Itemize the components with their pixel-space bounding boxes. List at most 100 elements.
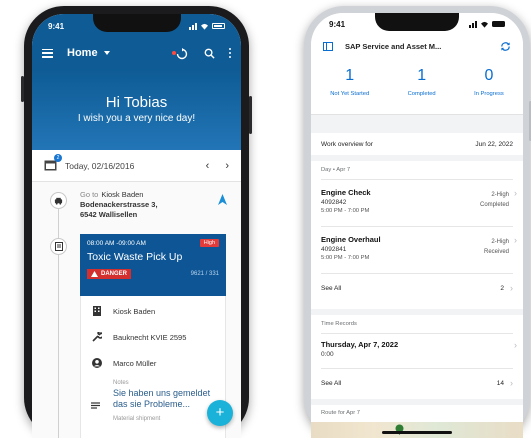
left-screen: 9:41 Home Hi Tobias I wish you a very ni… — [32, 14, 241, 438]
kpi-completed[interactable]: 1 Completed — [408, 67, 436, 114]
timeline: Go to Kiosk Baden Bodenackerstrasse 3, 65… — [32, 182, 241, 438]
chevron-right-icon: › — [514, 340, 517, 350]
notch — [375, 13, 459, 31]
task-time: 08:00 AM -09:00 AM — [87, 239, 146, 247]
sync-icon[interactable] — [500, 41, 511, 52]
next-day-icon[interactable]: › — [225, 160, 229, 172]
navigation-arrow-icon[interactable] — [218, 194, 227, 205]
route-map[interactable] — [311, 422, 523, 438]
see-all-count: 2 — [500, 284, 504, 292]
order-status: Completed — [479, 202, 509, 208]
time-record-item[interactable]: Thursday, Apr 7, 2022 0:00 › — [311, 334, 523, 368]
sync-alert-dot — [172, 51, 176, 55]
task-card[interactable]: 08:00 AM -09:00 AM High Toxic Waste Pick… — [80, 234, 226, 296]
goto-label: Go to — [80, 190, 99, 199]
task-number: 9621 / 331 — [190, 271, 219, 277]
kpi-label: Completed — [407, 91, 436, 97]
more-options-icon[interactable] — [229, 48, 231, 58]
goto-place: Kiosk Baden — [101, 190, 144, 199]
sync-icon[interactable] — [172, 47, 190, 60]
route-card[interactable]: Route for Apr 7 — [311, 405, 523, 438]
detail-equipment-row[interactable]: Bauknecht KVIE 2595 — [81, 324, 225, 350]
kpi-not-yet-started[interactable]: 1 Not Yet Started — [330, 67, 369, 114]
notes-section[interactable]: Notes Sie haben uns gemeldet das sie Pro… — [81, 376, 225, 410]
see-all-orders[interactable]: See All 2 › — [311, 274, 523, 302]
work-order-item[interactable]: Engine Check 4092842 5:00 PM - 7:00 PM 2… — [311, 180, 523, 226]
calendar-icon[interactable]: 2 — [44, 153, 62, 173]
order-priority: 2-High — [491, 192, 509, 198]
kpi-in-progress[interactable]: 0 In Progress — [474, 67, 504, 114]
notes-text: Sie haben uns gemeldet das sie Probleme.… — [113, 388, 211, 409]
time-record-value: 0:00 — [321, 351, 334, 358]
date-label: Today, 02/16/2016 — [65, 160, 135, 171]
greeting-banner: Hi Tobias I wish you a very nice day! — [32, 68, 241, 150]
right-phone: 9:41 SAP Service and Asset M... 1 Not Ye… — [304, 6, 531, 438]
time-record-date: Thursday, Apr 7, 2022 — [321, 340, 399, 349]
day-label: Day • Apr 7 — [321, 167, 351, 173]
app-title[interactable]: Home — [67, 47, 98, 59]
kpi-label: Not Yet Started — [330, 91, 370, 97]
detail-location: Kiosk Baden — [113, 306, 156, 316]
volume-button — [21, 76, 24, 102]
app-header: SAP Service and Asset M... — [311, 35, 523, 57]
building-icon — [91, 306, 103, 316]
chevron-right-icon: › — [514, 188, 517, 198]
chevron-right-icon: › — [510, 283, 513, 293]
timeline-line — [58, 192, 59, 438]
priority-badge: High — [199, 239, 219, 247]
task-list-icon — [50, 238, 67, 255]
menu-icon[interactable] — [42, 48, 53, 58]
goto-address[interactable]: Go to Kiosk Baden Bodenackerstrasse 3, 65… — [80, 190, 158, 220]
chevron-down-icon[interactable] — [103, 51, 110, 55]
app-bar: Home — [32, 38, 241, 68]
see-all-time-records[interactable]: See All 14 › — [311, 369, 523, 397]
see-all-label: See All — [321, 284, 342, 292]
search-icon[interactable] — [204, 48, 215, 59]
home-indicator[interactable] — [382, 431, 452, 434]
greeting-subtitle: I wish you a very nice day! — [77, 113, 196, 124]
work-overview-row[interactable]: Work overview for Jun 22, 2022 — [311, 133, 523, 155]
person-icon — [91, 358, 103, 368]
notes-label: Notes — [113, 380, 129, 386]
detail-person: Marco Müller — [113, 358, 157, 368]
see-all-label: See All — [321, 379, 342, 387]
detail-location-row[interactable]: Kiosk Baden — [81, 298, 225, 324]
goto-city: 6542 Wallisellen — [80, 210, 138, 219]
danger-badge: DANGER — [87, 269, 132, 279]
add-button[interactable]: + — [207, 400, 233, 426]
detail-person-row[interactable]: Marco Müller — [81, 350, 225, 376]
previous-day-icon[interactable]: ‹ — [206, 160, 210, 172]
work-order-item[interactable]: Engine Overhaul 4092841 5:00 PM - 7:00 P… — [311, 227, 523, 273]
task-detail: Kiosk Baden Bauknecht KVIE 2595 Marco Mü… — [80, 296, 226, 438]
kpi-header: 1 Not Yet Started 1 Completed 0 In Progr… — [311, 57, 523, 115]
sidebar-toggle-icon[interactable] — [323, 41, 333, 51]
warning-icon — [91, 271, 98, 277]
kpi-label: In Progress — [474, 91, 504, 97]
right-screen: 9:41 SAP Service and Asset M... 1 Not Ye… — [311, 13, 523, 438]
date-bar: 2 Today, 02/16/2016 ‹ › — [32, 150, 241, 182]
car-icon — [50, 192, 67, 209]
goto-street: Bodenackerstrasse 3, — [80, 200, 158, 209]
time-records-label: Time Records — [321, 321, 357, 327]
kpi-value: 1 — [345, 67, 355, 84]
wifi-icon — [201, 23, 208, 30]
time-records-card: Time Records Thursday, Apr 7, 2022 0:00 … — [311, 315, 523, 399]
greeting-title: Hi Tobias — [105, 94, 168, 111]
detail-equipment: Bauknecht KVIE 2595 — [113, 332, 187, 342]
material-label: Material shipment — [113, 416, 161, 422]
order-status: Received — [483, 249, 509, 255]
overview-label: Work overview for — [321, 140, 373, 148]
chevron-right-icon: › — [510, 378, 513, 388]
battery-icon — [212, 23, 225, 29]
wifi-icon — [481, 21, 488, 28]
power-button — [249, 96, 252, 134]
work-orders-card: Day • Apr 7 Engine Check 4092842 5:00 PM… — [311, 161, 523, 309]
overview-date: Jun 22, 2022 — [475, 140, 513, 148]
chevron-right-icon: › — [514, 235, 517, 245]
signal-icon — [469, 20, 477, 28]
kpi-value: 0 — [484, 67, 494, 84]
task-title: Toxic Waste Pick Up — [87, 251, 183, 263]
notes-icon — [91, 396, 100, 414]
left-phone: 9:41 Home Hi Tobias I wish you a very ni… — [21, 6, 252, 438]
kpi-value: 1 — [417, 67, 427, 84]
